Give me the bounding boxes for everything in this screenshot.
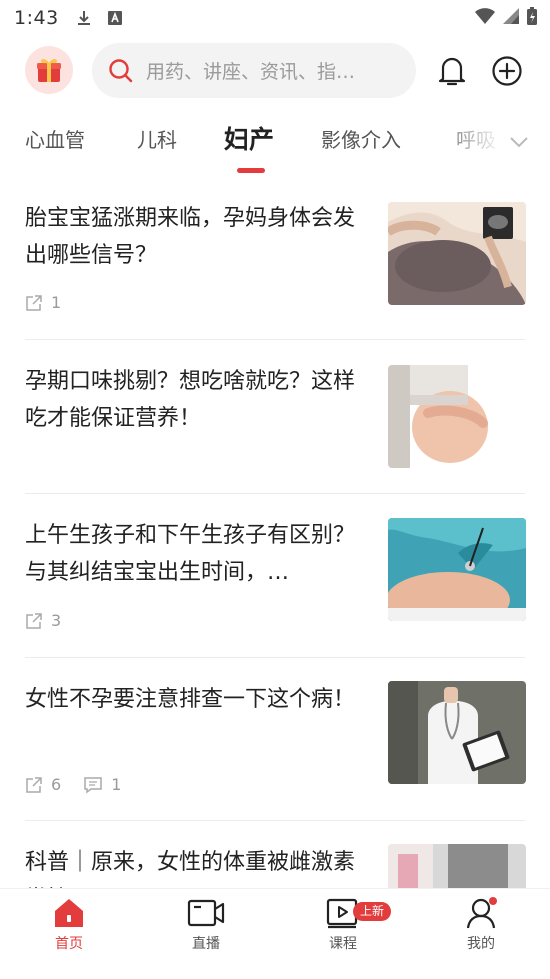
share-icon xyxy=(26,294,42,311)
article-title[interactable]: 上午生孩子和下午生孩子有区别？与其纠结宝宝出生时间，… xyxy=(25,517,375,591)
battery-icon xyxy=(527,7,537,25)
category-tabs: 心血管 儿科 妇产 影像介入 呼吸 xyxy=(0,110,550,176)
tab-imaging[interactable]: 影像介入 xyxy=(321,124,401,153)
nav-profile[interactable]: 我的 xyxy=(436,897,526,953)
tab-pediatrics[interactable]: 儿科 xyxy=(137,124,177,153)
article-thumbnail[interactable] xyxy=(388,844,526,888)
signal-icon xyxy=(503,8,519,24)
article-thumbnail[interactable] xyxy=(388,202,526,305)
tabs-fade xyxy=(430,110,550,170)
status-bar: 1:43 xyxy=(0,0,550,36)
app-header: 用药、讲座、资讯、指… xyxy=(0,42,550,100)
tab-obstetrics[interactable]: 妇产 xyxy=(224,120,274,156)
chevron-down-icon[interactable] xyxy=(508,130,530,152)
search-icon xyxy=(109,58,133,82)
article-title[interactable]: 女性不孕要注意排查一下这个病！ xyxy=(25,681,375,718)
search-bar[interactable]: 用药、讲座、资讯、指… xyxy=(92,43,416,98)
nav-live[interactable]: 直播 xyxy=(161,897,251,953)
tab-cardiology[interactable]: 心血管 xyxy=(25,124,85,153)
article-item[interactable]: 孕期口味挑剔？想吃啥就吃？这样吃才能保证营养！ xyxy=(0,340,550,493)
article-item[interactable]: 科普｜原来，女性的体重被雌激素掌控 xyxy=(0,821,550,888)
share-count: 1 xyxy=(25,293,61,312)
new-badge: 上新 xyxy=(353,902,392,921)
article-title[interactable]: 胎宝宝猛涨期来临，孕妈身体会发出哪些信号？ xyxy=(25,200,375,274)
share-count: 6 xyxy=(25,775,61,794)
prenatal-exam-image xyxy=(388,518,526,621)
status-time: 1:43 xyxy=(14,7,59,29)
woman-weight-image xyxy=(388,844,526,888)
notification-bell-icon[interactable] xyxy=(436,54,468,88)
article-thumbnail[interactable] xyxy=(388,518,526,621)
article-meta: 6 1 xyxy=(25,775,143,794)
article-meta: 1 xyxy=(25,293,83,312)
video-camera-icon xyxy=(187,899,225,927)
article-thumbnail[interactable] xyxy=(388,681,526,784)
comment-count: 1 xyxy=(83,775,121,794)
share-count: 3 xyxy=(25,611,61,630)
notification-dot xyxy=(489,897,497,905)
share-icon xyxy=(26,776,42,793)
gift-icon xyxy=(37,58,61,82)
search-placeholder: 用药、讲座、资讯、指… xyxy=(146,61,356,83)
gift-button[interactable] xyxy=(25,46,73,94)
font-a-icon xyxy=(107,11,122,25)
share-icon xyxy=(26,612,42,629)
add-circle-icon[interactable] xyxy=(491,55,523,87)
active-tab-indicator xyxy=(237,168,265,173)
pregnant-belly-image xyxy=(388,365,526,468)
comment-icon xyxy=(84,776,102,793)
nav-home[interactable]: 首页 xyxy=(24,897,114,953)
home-icon xyxy=(55,899,83,927)
article-item[interactable]: 上午生孩子和下午生孩子有区别？与其纠结宝宝出生时间，… 3 xyxy=(0,494,550,657)
article-item[interactable]: 胎宝宝猛涨期来临，孕妈身体会发出哪些信号？ 1 xyxy=(0,176,550,339)
article-title[interactable]: 孕期口味挑剔？想吃啥就吃？这样吃才能保证营养！ xyxy=(25,363,375,437)
article-item[interactable]: 女性不孕要注意排查一下这个病！ 6 1 xyxy=(0,658,550,820)
article-feed: 胎宝宝猛涨期来临，孕妈身体会发出哪些信号？ 1 孕期口味挑剔？想吃啥就吃？这样吃… xyxy=(0,176,550,888)
article-title[interactable]: 科普｜原来，女性的体重被雌激素掌控 xyxy=(25,844,375,888)
pregnancy-ultrasound-image xyxy=(388,202,526,305)
download-icon xyxy=(77,11,90,25)
article-thumbnail[interactable] xyxy=(388,365,526,468)
article-meta: 3 xyxy=(25,611,83,630)
wifi-icon xyxy=(475,8,495,24)
doctor-clipboard-image xyxy=(388,681,526,784)
bottom-navigation: 首页 直播 课程 我的 xyxy=(0,888,550,979)
